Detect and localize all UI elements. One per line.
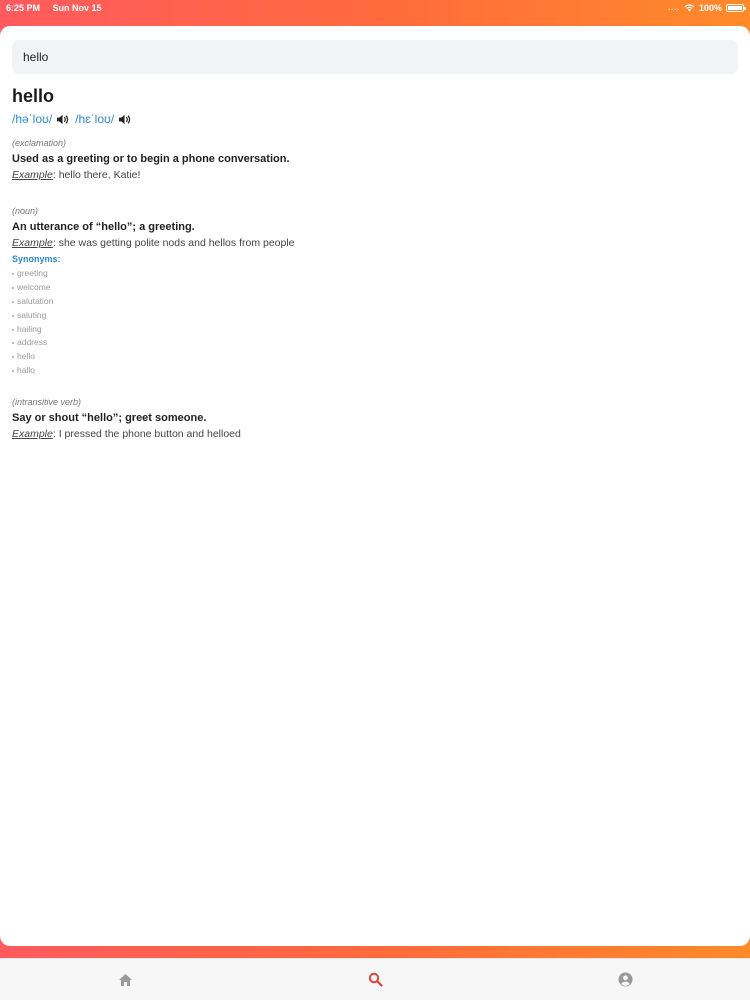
wifi-icon [684,4,695,12]
example-text: : she was getting polite nods and hellos… [52,237,295,249]
speaker-icon[interactable] [56,114,69,125]
search-icon [368,972,383,987]
status-time: 6:25 PM [6,3,41,13]
battery-percent: 100% [698,3,722,13]
tab-home[interactable] [105,960,145,1000]
synonym-item[interactable]: greeting [12,267,295,281]
entry-word: hello [12,86,55,106]
example: Example: hello there, Katie! [12,169,290,181]
status-left: 6:25 PM Sun Nov 15 [6,3,112,13]
synonyms-list: greeting welcome salutation saluting hai… [12,267,295,378]
example-text: : hello there, Katie! [52,169,141,181]
synonym-item[interactable]: salutation [12,295,295,309]
signal-dots-icon: .... [668,4,680,12]
phonetics-row: /həˈloʊ/ /hɛˈloʊ/ [12,112,131,126]
example: Example: I pressed the phone button and … [12,428,241,440]
synonym-item[interactable]: address [12,336,295,350]
example: Example: she was getting polite nods and… [12,237,295,249]
search-input-value: hello [23,50,49,64]
search-input[interactable]: hello [12,40,738,74]
status-right: .... 100% [668,3,746,13]
home-icon [118,973,132,986]
part-of-speech: (noun) [12,206,39,216]
meaning-block: (intransitive verb) Say or shout “hello”… [12,397,241,440]
account-icon [618,972,632,987]
synonym-item[interactable]: hallo [12,364,295,378]
tab-search[interactable] [355,960,395,1000]
example-label: Example [12,237,53,249]
tab-bar [0,958,750,1000]
definition: Say or shout “hello”; greet someone. [12,412,207,424]
part-of-speech: (intransitive verb) [12,397,82,407]
content-card: hello hello /həˈloʊ/ /hɛˈloʊ/ (exclamati… [0,26,750,946]
battery-icon [726,4,746,12]
example-label: Example [12,169,53,181]
definition: An utterance of “hello”; a greeting. [12,221,195,233]
tab-account[interactable] [605,960,645,1000]
status-date: Sun Nov 15 [52,3,102,13]
part-of-speech: (exclamation) [12,138,67,148]
phonetic-text: /hɛˈloʊ/ [75,112,115,126]
phonetic-item: /həˈloʊ/ [12,112,69,126]
synonym-item[interactable]: hello [12,350,295,364]
definition: Used as a greeting or to begin a phone c… [12,153,290,165]
status-bar: 6:25 PM Sun Nov 15 .... 100% [0,0,750,16]
example-label: Example [12,428,53,440]
meaning-block: (exclamation) Used as a greeting or to b… [12,138,290,181]
phonetic-text: /həˈloʊ/ [12,112,53,126]
synonyms-title: Synonyms: [12,254,61,264]
phonetic-item: /hɛˈloʊ/ [75,112,131,126]
synonym-item[interactable]: hailing [12,323,295,337]
synonym-item[interactable]: welcome [12,281,295,295]
meaning-block: (noun) An utterance of “hello”; a greeti… [12,206,295,378]
synonym-item[interactable]: saluting [12,309,295,323]
example-text: : I pressed the phone button and helloed [52,428,241,440]
speaker-icon[interactable] [118,114,131,125]
